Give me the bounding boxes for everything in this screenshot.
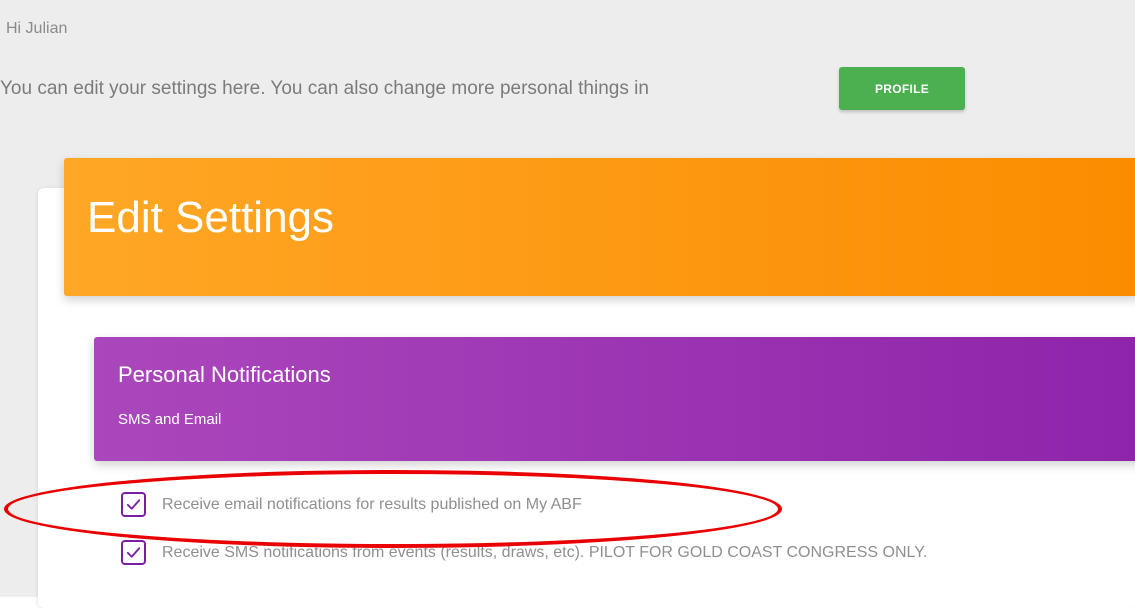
personal-notifications-header (94, 337, 1135, 461)
check-icon (126, 547, 141, 558)
sms-notification-option[interactable]: Receive SMS notifications from events (r… (121, 540, 927, 565)
profile-button[interactable]: PROFILE (839, 67, 965, 110)
section-title: Personal Notifications (118, 362, 331, 387)
page-title: Edit Settings (87, 193, 335, 242)
sms-notification-label: Receive SMS notifications from events (r… (162, 543, 928, 561)
section-subtitle: SMS and Email (118, 411, 222, 428)
email-notification-label: Receive email notifications for results … (162, 495, 582, 513)
greeting-text: Hi Julian (6, 20, 68, 37)
check-icon (126, 499, 141, 510)
email-notification-checkbox[interactable] (121, 492, 146, 517)
intro-text: You can edit your settings here. You can… (0, 78, 649, 99)
email-notification-option[interactable]: Receive email notifications for results … (121, 492, 582, 517)
sms-notification-checkbox[interactable] (121, 540, 146, 565)
